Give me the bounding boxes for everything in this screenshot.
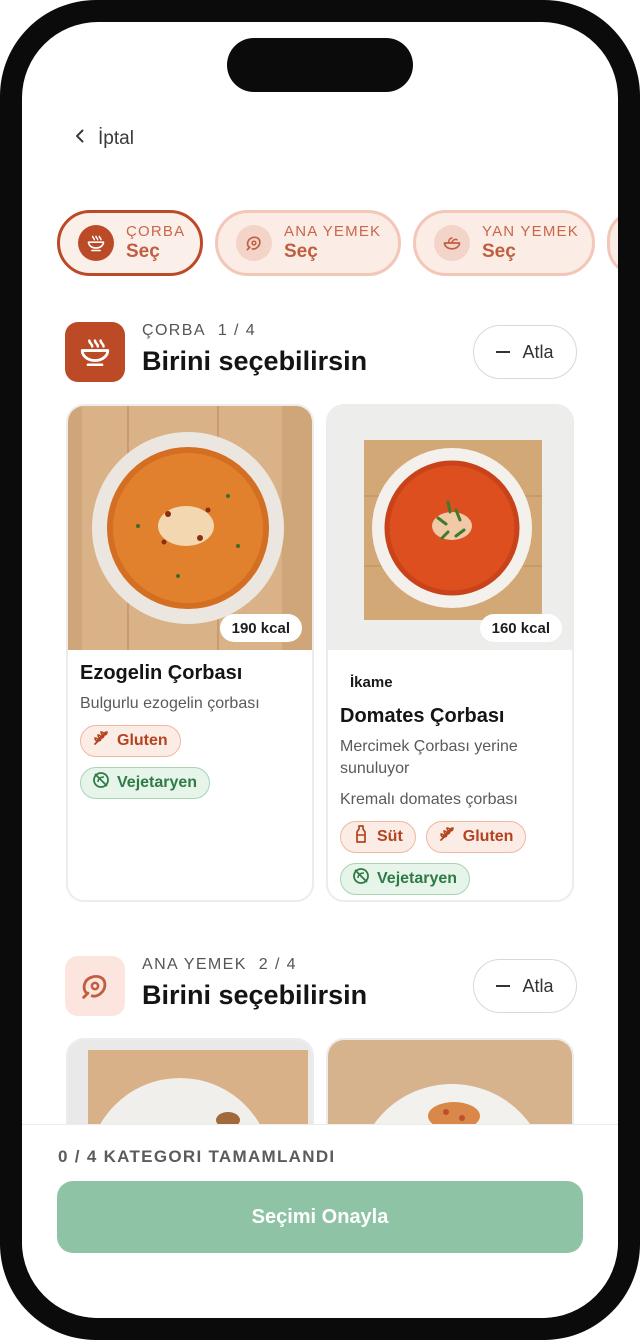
section-count: 1 / 4 — [217, 322, 257, 339]
section-category: ÇORBA — [142, 322, 206, 339]
dynamic-island — [227, 38, 413, 92]
meal-card-domates[interactable]: 160 kcal İkame Domates Çorbası Mercimek … — [326, 404, 574, 902]
tab-select-label: Seç — [284, 240, 318, 262]
kcal-badge: 190 kcal — [219, 614, 302, 642]
diet-tag-vegetarian: Vejetaryen — [340, 862, 471, 895]
meal-card-ezogelin[interactable]: 190 kcal Ezogelin Çorbası Bulgurlu ezoge… — [66, 404, 314, 902]
diet-tag-vegetarian: Vejetaryen — [80, 766, 211, 799]
soup-bowl-icon — [78, 225, 114, 261]
section-title: Birini seçebilirsin — [142, 346, 368, 376]
tag-label: Gluten — [462, 827, 514, 845]
cancel-button[interactable]: İptal — [72, 128, 134, 150]
no-meat-icon — [351, 866, 371, 891]
category-tabs: ÇORBA Seç ANA YEMEK Seç YAN YEMEK Seç — [57, 210, 618, 276]
section-title: Birini seçebilirsin — [142, 980, 368, 1010]
meal-description: Bulgurlu ezogelin çorbası — [80, 695, 260, 712]
substitute-badge: İkame — [350, 674, 393, 691]
tag-label: Gluten — [117, 731, 168, 749]
salad-bowl-icon — [434, 225, 470, 261]
milk-bottle-icon — [351, 824, 371, 849]
bottom-bar: 0 / 4 KATEGORI TAMAMLANDI Seçimi Onayla — [22, 1124, 618, 1318]
tab-category-label: ÇORBA — [126, 223, 186, 241]
tab-select-label: Seç — [482, 240, 516, 262]
wheat-icon — [91, 728, 111, 753]
tab-select-label: Seç — [126, 240, 160, 262]
ezogelin-soup-photo: 190 kcal — [68, 406, 312, 650]
tab-corba[interactable]: ÇORBA Seç — [57, 210, 203, 276]
allergen-tag-gluten: Gluten — [80, 724, 181, 757]
tomato-soup-photo: 160 kcal — [328, 406, 572, 650]
meal-description: Kremalı domates çorbası — [340, 791, 518, 809]
section-kicker: ANA YEMEK 2 / 4 — [142, 956, 297, 974]
meal-name: Domates Çorbası — [340, 705, 505, 727]
section-kicker: ÇORBA 1 / 4 — [142, 322, 256, 340]
kcal-badge: 160 kcal — [479, 614, 562, 642]
skip-label: Atla — [522, 975, 554, 996]
no-meat-icon — [91, 770, 111, 795]
section-header-ana-yemek: ANA YEMEK 2 / 4 Birini seçebilirsin Atla — [65, 956, 585, 1018]
progress-text: 0 / 4 KATEGORI TAMAMLANDI — [58, 1147, 336, 1166]
tag-label: Süt — [377, 827, 403, 845]
meat-icon — [65, 956, 125, 1016]
tab-category-label: YAN YEMEK — [482, 223, 579, 241]
tab-yan-yemek[interactable]: YAN YEMEK Seç — [413, 210, 595, 276]
soup-bowl-icon — [65, 322, 125, 382]
tag-label: Vejetaryen — [117, 773, 198, 791]
chevron-left-icon — [72, 128, 88, 150]
section-count: 2 / 4 — [258, 956, 297, 973]
minus-icon — [496, 985, 511, 987]
skip-label: Atla — [522, 341, 554, 362]
confirm-selection-button[interactable]: Seçimi Onayla — [57, 1181, 583, 1253]
tab-category-label: ANA YEMEK — [284, 223, 382, 241]
meat-icon — [236, 225, 272, 261]
minus-icon — [496, 351, 511, 353]
tab-ana-yemek[interactable]: ANA YEMEK Seç — [215, 210, 401, 276]
cancel-label: İptal — [98, 128, 134, 149]
section-header-corba: ÇORBA 1 / 4 Birini seçebilirsin Atla — [65, 322, 585, 384]
screen: İptal ÇORBA Seç ANA YEMEK Seç YAN YEMEK … — [22, 22, 618, 1318]
phone-frame: İptal ÇORBA Seç ANA YEMEK Seç YAN YEMEK … — [0, 0, 640, 1340]
tag-label: Vejetaryen — [377, 869, 458, 887]
substitute-note: Mercimek Çorbası yerine sunuluyor — [340, 738, 518, 777]
section-category: ANA YEMEK — [142, 956, 247, 973]
skip-button[interactable]: Atla — [473, 325, 577, 379]
wheat-icon — [437, 824, 457, 849]
allergen-tag-milk: Süt — [340, 820, 416, 853]
tab-next-partial[interactable] — [607, 210, 618, 276]
skip-button[interactable]: Atla — [473, 959, 577, 1013]
meal-name: Ezogelin Çorbası — [80, 662, 243, 684]
allergen-tag-gluten: Gluten — [425, 820, 527, 853]
